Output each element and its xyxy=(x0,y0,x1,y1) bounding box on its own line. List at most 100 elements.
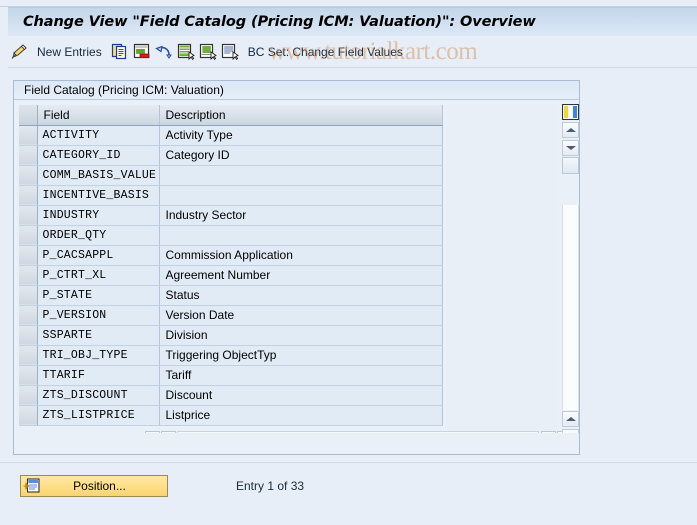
cell-field[interactable]: P_VERSION xyxy=(37,305,160,326)
table-row[interactable]: ZTS_DISCOUNT Discount xyxy=(19,385,443,406)
position-button-label: Position... xyxy=(73,479,126,493)
footer-bar: Position... Entry 1 of 33 xyxy=(0,462,697,525)
column-config-button[interactable] xyxy=(562,103,579,120)
row-selector[interactable] xyxy=(19,145,38,166)
table-body: ACTIVITY Activity Type CATEGORY_ID Category… xyxy=(19,125,443,426)
table-row[interactable]: P_STATE Status xyxy=(19,285,443,306)
row-selector[interactable] xyxy=(19,185,38,206)
row-selector[interactable] xyxy=(19,365,38,386)
toolbar-button-new-entries[interactable]: New Entries xyxy=(30,40,109,64)
row-selector[interactable] xyxy=(19,245,38,266)
row-selector[interactable] xyxy=(19,345,38,366)
row-selector[interactable] xyxy=(19,265,38,286)
undo-icon xyxy=(154,43,173,60)
vscroll-track[interactable] xyxy=(562,205,579,410)
new-entries-label: New Entries xyxy=(37,44,102,59)
cell-field[interactable]: INCENTIVE_BASIS xyxy=(37,185,160,206)
cell-field[interactable]: CATEGORY_ID xyxy=(37,145,160,166)
cell-description[interactable]: Division xyxy=(159,325,443,346)
table-row[interactable]: P_VERSION Version Date xyxy=(19,305,443,326)
details-icon xyxy=(221,43,239,61)
cell-description[interactable] xyxy=(159,185,443,206)
scroll-down-button[interactable] xyxy=(562,139,579,156)
cell-field[interactable]: P_CTRT_XL xyxy=(37,265,160,286)
row-selector[interactable] xyxy=(19,165,38,186)
scroll-up-button[interactable] xyxy=(562,121,579,138)
cell-field[interactable]: INDUSTRY xyxy=(37,205,160,226)
table-row[interactable]: CATEGORY_ID Category ID xyxy=(19,145,443,166)
cell-field[interactable]: ORDER_QTY xyxy=(37,225,160,246)
cell-field[interactable]: ZTS_DISCOUNT xyxy=(37,385,160,406)
cell-description[interactable]: Activity Type xyxy=(159,125,443,146)
title-bar: Change View "Field Catalog (Pricing ICM:… xyxy=(8,7,697,36)
toolbar-button-delete[interactable] xyxy=(131,40,153,64)
copy-icon xyxy=(111,43,129,60)
table-row[interactable]: TTARIF Tariff xyxy=(19,365,443,386)
toolbar-button-deselect-all[interactable] xyxy=(197,40,219,64)
deselect-all-icon xyxy=(199,43,217,61)
row-selector[interactable] xyxy=(19,385,38,406)
cell-description[interactable]: Tariff xyxy=(159,365,443,386)
cell-field[interactable]: ZTS_LISTPRICE xyxy=(37,405,160,426)
toolbar-button-select-all[interactable] xyxy=(175,40,197,64)
toolbar-button-details[interactable] xyxy=(219,40,241,64)
table-row[interactable]: P_CACSAPPL Commission Application xyxy=(19,245,443,266)
field-catalog-panel: Field Catalog (Pricing ICM: Valuation) F… xyxy=(13,80,580,455)
cell-field[interactable]: P_STATE xyxy=(37,285,160,306)
cell-field[interactable]: TTARIF xyxy=(37,365,160,386)
application-toolbar: New Entries BC Set: Change Field Values xyxy=(8,36,697,68)
column-header-field[interactable]: Field xyxy=(37,105,160,126)
panel-title: Field Catalog (Pricing ICM: Valuation) xyxy=(14,81,579,100)
row-selector[interactable] xyxy=(19,285,38,306)
table-container: Field Description ACTIVITY Activity Type C… xyxy=(19,105,572,450)
table-row[interactable]: ACTIVITY Activity Type xyxy=(19,125,443,146)
cell-description[interactable] xyxy=(159,165,443,186)
row-selector[interactable] xyxy=(19,405,38,426)
cell-field[interactable]: COMM_BASIS_VALUE xyxy=(37,165,160,186)
vscroll-thumb[interactable] xyxy=(562,157,579,174)
cell-description[interactable]: Commission Application xyxy=(159,245,443,266)
toolbar-button-display-change[interactable] xyxy=(8,40,30,64)
toolbar-button-copy[interactable] xyxy=(109,40,131,64)
select-all-icon xyxy=(177,43,195,61)
pencil-icon xyxy=(10,43,28,60)
table-row[interactable]: INCENTIVE_BASIS xyxy=(19,185,443,206)
cell-description[interactable]: Category ID xyxy=(159,145,443,166)
cell-description[interactable]: Version Date xyxy=(159,305,443,326)
row-selector[interactable] xyxy=(19,325,38,346)
cell-description[interactable]: Industry Sector xyxy=(159,205,443,226)
column-header-description[interactable]: Description xyxy=(159,105,443,126)
position-button[interactable]: Position... xyxy=(20,475,168,497)
cell-field[interactable]: ACTIVITY xyxy=(37,125,160,146)
cell-description[interactable]: Status xyxy=(159,285,443,306)
cell-description[interactable]: Listprice xyxy=(159,405,443,426)
table-row[interactable]: SSPARTE Division xyxy=(19,325,443,346)
cell-field[interactable]: TRI_OBJ_TYPE xyxy=(37,345,160,366)
table-row[interactable]: ZTS_LISTPRICE Listprice xyxy=(19,405,443,426)
bc-set-label: BC Set: Change Field Values xyxy=(247,44,403,59)
cell-field[interactable]: P_CACSAPPL xyxy=(37,245,160,266)
cell-description[interactable]: Agreement Number xyxy=(159,265,443,286)
cell-description[interactable]: Discount xyxy=(159,385,443,406)
columns-config-icon xyxy=(562,103,579,120)
table-row[interactable]: P_CTRT_XL Agreement Number xyxy=(19,265,443,286)
table-row[interactable]: INDUSTRY Industry Sector xyxy=(19,205,443,226)
table-row[interactable]: COMM_BASIS_VALUE xyxy=(19,165,443,186)
panel-bottom-filler xyxy=(14,433,579,454)
scroll-page-up-button[interactable] xyxy=(562,410,579,427)
row-selector[interactable] xyxy=(19,205,38,226)
toolbar-button-bc-set[interactable]: BC Set: Change Field Values xyxy=(241,40,410,64)
row-selector[interactable] xyxy=(19,125,38,146)
select-all-column-header[interactable] xyxy=(19,105,38,126)
row-selector[interactable] xyxy=(19,225,38,246)
field-catalog-table: Field Description ACTIVITY Activity Type C… xyxy=(19,105,443,426)
vertical-toolbar xyxy=(562,103,579,450)
cell-description[interactable]: Triggering ObjectTyp xyxy=(159,345,443,366)
cell-field[interactable]: SSPARTE xyxy=(37,325,160,346)
cell-description[interactable] xyxy=(159,225,443,246)
toolbar-button-undo[interactable] xyxy=(153,40,175,64)
table-header-row: Field Description xyxy=(19,105,443,126)
table-row[interactable]: TRI_OBJ_TYPE Triggering ObjectTyp xyxy=(19,345,443,366)
table-row[interactable]: ORDER_QTY xyxy=(19,225,443,246)
row-selector[interactable] xyxy=(19,305,38,326)
